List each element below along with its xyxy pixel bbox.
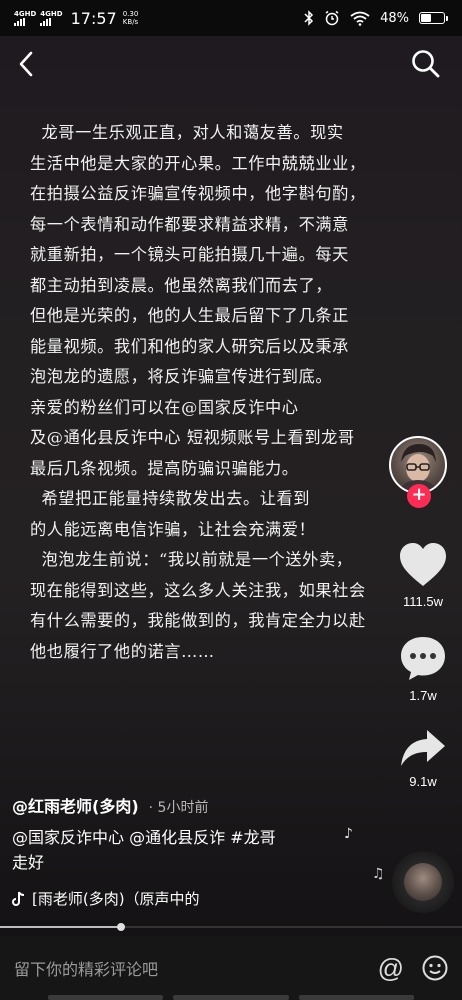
story-line: 的人能远离电信诈骗，让社会充满爱！ xyxy=(30,519,316,539)
music-title: [雨老师(多肉)（原声中的 xyxy=(32,890,200,908)
back-button[interactable] xyxy=(18,48,46,80)
story-line: 能量视频。我们和他的家人研究后以及秉承 xyxy=(30,336,349,356)
search-icon xyxy=(412,50,440,78)
story-line: 在拍摄公益反诈骗宣传视频中，他字斟句酌， xyxy=(30,184,366,203)
share-button[interactable]: 9.1w xyxy=(388,728,458,789)
like-count: 111.5w xyxy=(403,594,443,609)
video-text-overlay: 龙哥一生乐观正直，对人和蔼友善。现实 生活中他是大家的开心果。工作中兢兢业业， … xyxy=(30,118,415,667)
mention-button[interactable]: @ xyxy=(378,953,404,984)
story-line: 每一个表情和动作都要求精益求精，不满意 xyxy=(30,214,349,234)
story-line: 都主动拍到凌晨。他虽然离我们而去了， xyxy=(30,275,333,295)
share-count: 9.1w xyxy=(409,774,437,789)
status-left: 4GHD 4GHD 17:57 0.30 KB/s xyxy=(14,9,138,28)
story-line: 他也履行了他的诺言…… xyxy=(30,641,215,661)
bluetooth-icon xyxy=(304,10,314,26)
clock: 17:57 xyxy=(70,8,117,28)
search-button[interactable] xyxy=(410,48,442,80)
music-disc-cover xyxy=(404,863,442,901)
like-button[interactable]: 111.5w xyxy=(388,542,458,609)
story-line: 但他是光荣的，他的人生最后留下了几条正 xyxy=(30,306,349,325)
creator-avatar-group: + xyxy=(389,436,447,508)
story-line: 龙哥一生乐观正直，对人和蔼友善。现实 xyxy=(30,123,344,142)
comment-input[interactable]: 留下你的精彩评论吧 xyxy=(14,956,378,980)
story-line: 最后几条视频。提高防骗识骗能力。 xyxy=(30,458,299,478)
story-line: 就重新拍，一个镜头可能拍摄几十遍。每天 xyxy=(30,245,349,264)
progress-fill xyxy=(0,926,121,928)
emoji-icon[interactable] xyxy=(422,955,448,981)
battery-icon xyxy=(419,12,448,24)
author-name[interactable]: @红雨老师(多肉) xyxy=(12,793,139,817)
signal-2-icon: 4GHD xyxy=(40,10,63,26)
tiktok-note-icon xyxy=(12,891,25,906)
comment-icon xyxy=(401,637,445,680)
heart-icon xyxy=(400,543,446,586)
signal-1-icon: 4GHD xyxy=(14,10,36,26)
chevron-left-icon xyxy=(19,51,33,77)
caption[interactable]: @国家反诈中心 @通化县反诈 #龙哥 走好 xyxy=(12,825,372,875)
story-line: 希望把正能量持续散发出去。让看到 xyxy=(30,489,311,508)
share-arrow-icon xyxy=(401,730,445,766)
story-line: 亲爱的粉丝们可以在@国家反诈中心 xyxy=(30,397,299,417)
progress-knob[interactable] xyxy=(117,923,125,931)
follow-button[interactable]: + xyxy=(407,484,431,508)
alarm-icon xyxy=(325,10,339,26)
story-line: 有什么需要的，我能做到的，我肯定全力以赴 xyxy=(30,611,366,630)
wifi-icon xyxy=(350,11,370,26)
post-time: · 5小时前 xyxy=(148,800,209,816)
comment-button[interactable]: 1.7w xyxy=(388,634,458,703)
caption-line: @国家反诈中心 @通化县反诈 #龙哥 xyxy=(12,828,276,847)
music-disc[interactable] xyxy=(392,851,454,913)
caption-line: 走好 xyxy=(12,853,45,872)
playback-progress[interactable] xyxy=(0,923,462,931)
author-row: @红雨老师(多肉) · 5小时前 xyxy=(12,793,208,817)
comment-bar: 留下你的精彩评论吧 @ xyxy=(0,936,462,1000)
story-line: 生活中他是大家的开心果。工作中兢兢业业， xyxy=(30,153,366,173)
comment-count: 1.7w xyxy=(409,688,437,703)
story-line: 及@通化县反诈中心 短视频账号上看到龙哥 xyxy=(30,428,355,447)
network-speed: 0.30 KB/s xyxy=(122,10,139,26)
music-note-icon: ♫ xyxy=(372,866,385,882)
music-note-icon: ♪ xyxy=(344,826,353,842)
status-right: 48% xyxy=(304,10,448,26)
music-row[interactable]: [雨老师(多肉)（原声中的 xyxy=(12,888,200,909)
battery-percent: 48% xyxy=(380,10,409,26)
story-line: 泡泡龙的遗愿，将反诈骗宣传进行到底。 xyxy=(30,367,333,386)
story-line: 现在能得到这些，这么多人关注我，如果社会 xyxy=(30,580,366,600)
story-line: 泡泡龙生前说：“我以前就是一个送外卖， xyxy=(30,550,353,569)
gesture-bar xyxy=(48,995,414,1000)
status-bar: 4GHD 4GHD 17:57 0.30 KB/s 48% xyxy=(0,0,462,36)
